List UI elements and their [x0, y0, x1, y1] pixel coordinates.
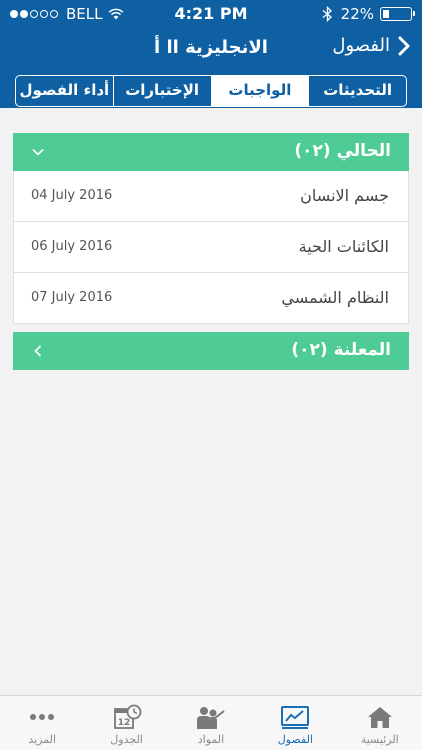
- section-title: المعلنة (٠٢): [291, 340, 391, 360]
- chevron-down-icon: [32, 148, 44, 156]
- tab-assignments[interactable]: الواجبات: [210, 76, 309, 106]
- list-item[interactable]: النظام الشمسي 07 July 2016: [14, 273, 408, 324]
- chevron-left-icon: [34, 345, 42, 357]
- list-item[interactable]: الكائنات الحية 06 July 2016: [14, 222, 408, 273]
- announced-section-header[interactable]: المعلنة (٠٢): [13, 332, 409, 370]
- status-right: 22%: [322, 5, 415, 23]
- assignment-date: 06 July 2016: [31, 239, 113, 254]
- tab-tests[interactable]: الإختبارات: [112, 76, 211, 106]
- tab-bar: الرئيسية الفصول المواد 12 الجدول المزيد: [0, 695, 422, 750]
- section-title: الحالي (٠٢): [294, 141, 391, 161]
- more-icon: [30, 714, 55, 720]
- tab-class-performance[interactable]: أداء الفصول: [16, 76, 113, 106]
- assignment-list: جسم الانسان 04 July 2016 الكائنات الحية …: [13, 171, 409, 324]
- battery-fill: [383, 10, 389, 18]
- list-item[interactable]: جسم الانسان 04 July 2016: [14, 171, 408, 222]
- assignment-name: النظام الشمسي: [281, 288, 389, 307]
- tab-label: الرئيسية: [360, 733, 399, 746]
- tab-subjects[interactable]: المواد: [169, 696, 253, 750]
- battery-percent: 22%: [340, 5, 374, 23]
- home-icon: [367, 707, 392, 728]
- tab-label: المزيد: [28, 733, 56, 746]
- assignment-name: الكائنات الحية: [298, 237, 389, 256]
- teacher-icon: [196, 707, 225, 729]
- assignment-date: 04 July 2016: [31, 188, 113, 203]
- status-bar: BELL 4:21 PM 22%: [0, 0, 422, 28]
- assignment-date: 07 July 2016: [31, 290, 113, 305]
- tab-updates[interactable]: التحديثات: [308, 76, 406, 106]
- calendar-day: 12: [117, 718, 130, 728]
- tab-label: الفصول: [277, 733, 313, 746]
- tab-label: المواد: [197, 733, 225, 746]
- page-title: الانجليزية اا أ: [154, 37, 268, 58]
- tab-label: الجدول: [110, 733, 143, 746]
- nav-bar: الفصول الانجليزية اا أ: [0, 30, 422, 68]
- chart-icon: [281, 706, 310, 729]
- current-section-header[interactable]: الحالي (٠٢): [13, 133, 409, 171]
- tab-classes[interactable]: الفصول: [253, 696, 337, 750]
- calendar-icon: 12: [113, 704, 141, 729]
- header: BELL 4:21 PM 22% الفصول الانجليزية اا أ …: [0, 0, 422, 108]
- assignment-name: جسم الانسان: [300, 186, 389, 205]
- tab-more[interactable]: المزيد: [0, 696, 84, 750]
- tab-schedule[interactable]: 12 الجدول: [84, 696, 168, 750]
- battery-icon: [380, 7, 415, 21]
- tab-home[interactable]: الرئيسية: [338, 696, 422, 750]
- bluetooth-icon: [322, 6, 332, 22]
- segmented-control: التحديثات الواجبات الإختبارات أداء الفصو…: [15, 75, 407, 107]
